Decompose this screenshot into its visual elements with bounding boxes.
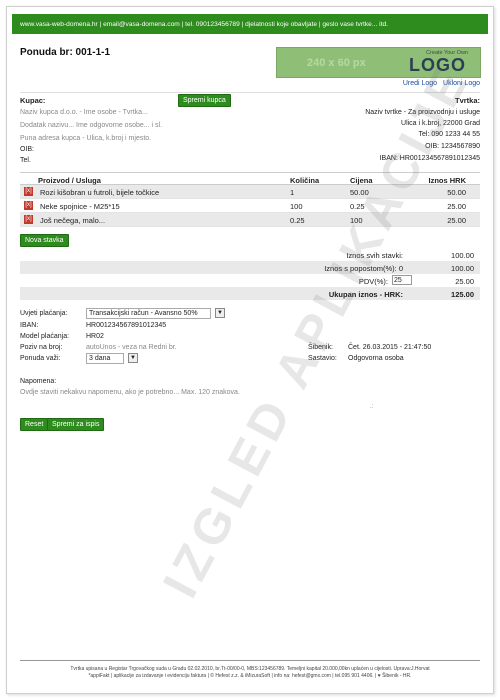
totals-section: Iznos svih stavki: 100.00 Iznos s popost… [20,248,480,300]
customer-name-field[interactable]: Naziv kupca d.o.o. - Ime osobe - Tvrtka.… [20,109,148,116]
resize-handle-icon[interactable]: .: [370,404,373,410]
discount-row: Iznos s popostom(%): 0 100.00 [20,261,480,274]
date-value: Čet. 26.03.2015 - 21:47:50 [348,344,432,351]
reference-label: Poziv na broj: [20,344,63,351]
item-name[interactable]: Još nečega, malo... [40,216,105,225]
header-contact-bar: www.vasa-web-domena.hr | email@vasa-dome… [12,14,488,34]
pdv-row: PDV(%): 25 25.00 [20,274,480,287]
validity-label: Ponuda važi: [20,355,61,362]
customer-address-field[interactable]: Puna adresa kupca - Ulica, k.broj i mjes… [20,135,151,142]
table-row: [x] Još nečega, malo... 0.25 100 25.00 [20,213,480,227]
note-field[interactable]: Ovdje staviti nekakvu napomenu, ako je p… [20,389,240,396]
delete-row-icon[interactable]: [x] [24,201,33,210]
customer-label: Kupac: [20,96,46,105]
item-total: 25.00 [447,202,466,211]
footer-divider [20,660,480,661]
save-customer-button[interactable]: Spremi kupca [178,94,231,107]
iban-value: HR001234567891012345 [86,322,167,329]
validity-select[interactable]: 3 dana [86,353,124,364]
payment-terms-select[interactable]: Transakcijski račun - Avansno 50% [86,308,211,319]
header-product: Proizvod / Usluga [38,176,101,185]
grand-total-value: 125.00 [451,290,474,299]
item-qty[interactable]: 100 [290,202,303,211]
reference-value: autoUnos - veza na Redni br. [86,344,177,351]
grand-total-row: Ukupan iznos - HRK: 125.00 [20,287,480,300]
iban-label: IBAN: [20,322,39,329]
logo-size-hint: 240 x 60 px [307,57,366,69]
author-value: Odgovorna osoba [348,355,404,362]
reset-button[interactable]: Reset [20,418,49,431]
chevron-down-icon[interactable]: ▼ [215,308,225,318]
note-label: Napomena: [20,378,57,385]
offer-title: Ponuda br: 001-1-1 [20,47,111,58]
footer-line-2: *appiFakt | aplikacije za izdavanje i ev… [88,673,412,679]
model-label: Model plaćanja: [20,333,70,340]
delete-row-icon[interactable]: [x] [24,187,33,196]
item-name[interactable]: Neke spojnice - M25*15 [40,202,120,211]
pdv-value: 25.00 [455,277,474,286]
save-print-button[interactable]: Spremi za ispis [47,418,105,431]
customer-extra-field[interactable]: Dodatak nazivu... Ime odgovorne osobe...… [20,122,162,129]
footer: Tvrtka upisana u Registar Trgovačkog sud… [20,666,480,680]
customer-tel-label: Tel. [20,157,31,164]
chevron-down-icon[interactable]: ▼ [128,353,138,363]
pdv-input[interactable]: 25 [392,275,412,285]
sum-value: 100.00 [451,251,474,260]
footer-line-1: Tvrtka upisana u Registar Trgovačkog sud… [70,666,430,672]
customer-oib-label: OIB: [20,146,35,153]
item-total: 50.00 [447,188,466,197]
header-quantity: Količina [290,176,320,185]
new-item-button[interactable]: Nova stavka [20,234,69,247]
model-value: HR02 [86,333,104,340]
item-qty[interactable]: 0.25 [290,216,305,225]
discount-value: 100.00 [451,264,474,273]
item-name[interactable]: Rozi kišobran u futroli, bijele točkice [40,188,159,197]
header-amount: Iznos HRK [428,176,467,185]
sum-row: Iznos svih stavki: 100.00 [20,248,480,261]
item-total: 25.00 [447,216,466,225]
payment-terms-label: Uvjeti plaćanja: [20,310,68,317]
item-qty[interactable]: 1 [290,188,294,197]
delete-row-icon[interactable]: [x] [24,215,33,224]
